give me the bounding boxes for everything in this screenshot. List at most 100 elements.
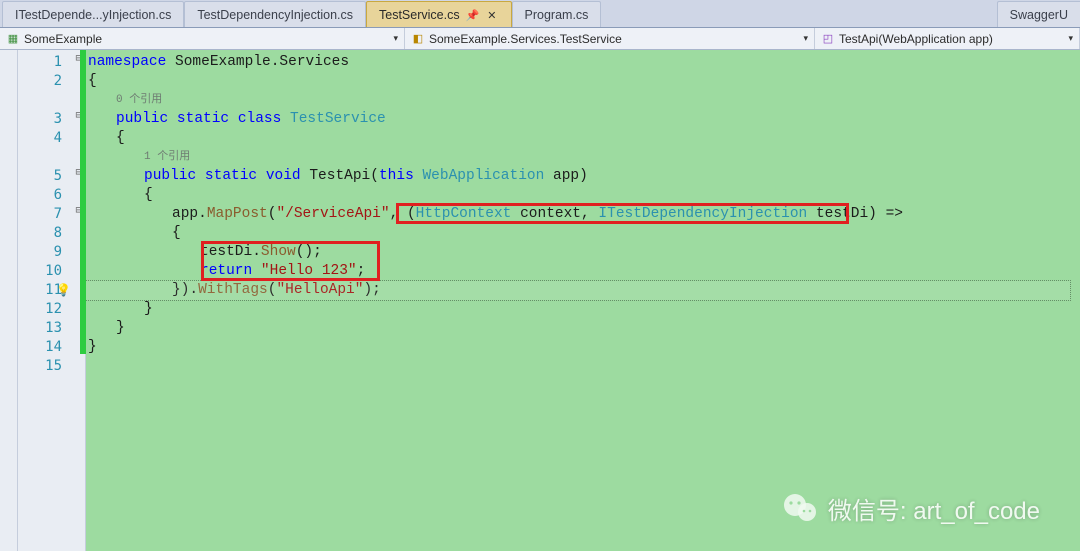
code-line[interactable]: {: [86, 186, 1080, 205]
line-number: [18, 91, 62, 110]
token: "HelloApi": [276, 282, 363, 298]
codelens-reference[interactable]: 0 个引用: [86, 91, 1080, 110]
code-line[interactable]: [86, 357, 1080, 376]
project-name: SomeExample: [24, 32, 102, 46]
token: this: [379, 168, 423, 184]
code-line[interactable]: public static void TestApi(this WebAppli…: [86, 167, 1080, 186]
token: HttpContext: [416, 206, 520, 222]
token: , (: [390, 206, 416, 222]
chevron-down-icon: ▾: [803, 33, 808, 44]
code-editor[interactable]: 123456789101112131415 ⊟⊟⊟⊟ namespace Som…: [0, 50, 1080, 551]
tab-label: TestDependencyInjection.cs: [197, 8, 353, 22]
token: app): [553, 168, 588, 184]
code-line[interactable]: {: [86, 224, 1080, 243]
method-icon: ◰: [821, 32, 835, 46]
line-number: 13: [18, 319, 62, 338]
code-line[interactable]: namespace SomeExample.Services: [86, 53, 1080, 72]
lightbulb-icon[interactable]: 💡: [56, 283, 70, 297]
code-line[interactable]: }).WithTags("HelloApi");: [86, 281, 1080, 300]
token: }: [88, 339, 97, 355]
type-dropdown[interactable]: ◧ SomeExample.Services.TestService ▾: [405, 28, 815, 49]
line-number: 7: [18, 205, 62, 224]
change-tracking-bar: [80, 50, 86, 354]
tab-program[interactable]: Program.cs: [512, 1, 602, 27]
token: ;: [357, 263, 366, 279]
token: MapPost: [207, 206, 268, 222]
line-number: 14: [18, 338, 62, 357]
tab-swagger[interactable]: SwaggerU: [997, 1, 1080, 27]
code-surface[interactable]: namespace SomeExample.Services{0 个引用publ…: [86, 50, 1080, 551]
codelens-text[interactable]: 0 个引用: [116, 94, 162, 106]
line-number: [18, 148, 62, 167]
code-line[interactable]: {: [86, 72, 1080, 91]
token: "/ServiceApi": [276, 206, 389, 222]
token: {: [172, 225, 181, 241]
line-number: 15: [18, 357, 62, 376]
token: Show: [261, 244, 296, 260]
token: public static: [144, 168, 266, 184]
breakpoint-margin[interactable]: [0, 50, 18, 551]
token: context,: [520, 206, 598, 222]
token: );: [363, 282, 380, 298]
token: }: [144, 301, 153, 317]
token: TestService: [290, 111, 386, 127]
line-number: 2: [18, 72, 62, 91]
fold-toggle: [72, 357, 85, 376]
token: void: [266, 168, 310, 184]
token: app.: [172, 206, 207, 222]
token: }).: [172, 282, 198, 298]
line-number-gutter: 123456789101112131415: [18, 50, 72, 551]
tab-label: SwaggerU: [1010, 8, 1068, 22]
navigation-bar: ▦ SomeExample ▾ ◧ SomeExample.Services.T…: [0, 28, 1080, 50]
code-line[interactable]: }: [86, 319, 1080, 338]
tab-label: ITestDepende...yInjection.cs: [15, 8, 171, 22]
token: return: [200, 263, 261, 279]
token: namespace: [88, 54, 175, 70]
close-icon[interactable]: ✕: [485, 9, 498, 22]
tab-testservice[interactable]: TestService.cs 📌 ✕: [366, 1, 512, 27]
token: WithTags: [198, 282, 268, 298]
code-line[interactable]: return "Hello 123";: [86, 262, 1080, 281]
project-dropdown[interactable]: ▦ SomeExample ▾: [0, 28, 405, 49]
code-line[interactable]: testDi.Show();: [86, 243, 1080, 262]
tab-label: Program.cs: [525, 8, 589, 22]
token: {: [144, 187, 153, 203]
token: testDi.: [200, 244, 261, 260]
codelens-reference[interactable]: 1 个引用: [86, 148, 1080, 167]
token: ();: [296, 244, 322, 260]
line-number: 10: [18, 262, 62, 281]
line-number: 5: [18, 167, 62, 186]
code-line[interactable]: }: [86, 338, 1080, 357]
line-number: 1: [18, 53, 62, 72]
chevron-down-icon: ▾: [393, 33, 398, 44]
code-line[interactable]: public static class TestService: [86, 110, 1080, 129]
type-name: SomeExample.Services.TestService: [429, 32, 622, 46]
code-line[interactable]: {: [86, 129, 1080, 148]
codelens-text[interactable]: 1 个引用: [144, 151, 190, 163]
token: WebApplication: [422, 168, 553, 184]
tab-label: TestService.cs: [379, 8, 460, 22]
token: public static class: [116, 111, 290, 127]
token: {: [88, 73, 97, 89]
token: {: [116, 130, 125, 146]
tab-strip: ITestDepende...yInjection.cs TestDepende…: [0, 0, 1080, 28]
token: TestApi(: [309, 168, 379, 184]
line-number: 8: [18, 224, 62, 243]
code-line[interactable]: app.MapPost("/ServiceApi", (HttpContext …: [86, 205, 1080, 224]
code-line[interactable]: }: [86, 300, 1080, 319]
token: ITestDependencyInjection: [598, 206, 816, 222]
member-name: TestApi(WebApplication app): [839, 32, 993, 46]
line-number: 3: [18, 110, 62, 129]
line-number: 12: [18, 300, 62, 319]
line-number: 4: [18, 129, 62, 148]
tab-testdependencyinjection[interactable]: TestDependencyInjection.cs: [184, 1, 366, 27]
tab-itestdependencyinjection[interactable]: ITestDepende...yInjection.cs: [2, 1, 184, 27]
token: "Hello 123": [261, 263, 357, 279]
line-number: 9: [18, 243, 62, 262]
token: SomeExample.Services: [175, 54, 349, 70]
line-number: 6: [18, 186, 62, 205]
pin-icon[interactable]: 📌: [466, 9, 480, 22]
member-dropdown[interactable]: ◰ TestApi(WebApplication app) ▾: [815, 28, 1080, 49]
class-icon: ◧: [411, 32, 425, 46]
token: testDi) =>: [816, 206, 903, 222]
